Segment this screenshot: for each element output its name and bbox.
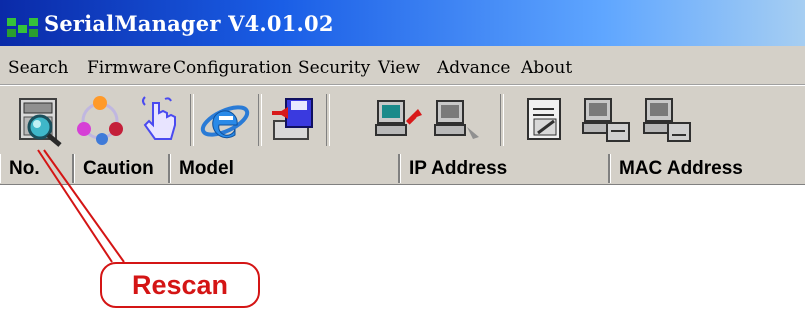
- computer-disconnect-icon: [434, 100, 479, 139]
- device-list-header: No. Caution Model IP Address MAC Address: [0, 154, 805, 185]
- toolbar: [0, 85, 805, 155]
- rescan-icon: [19, 98, 62, 147]
- column-header-ip-address[interactable]: IP Address: [400, 154, 610, 183]
- menu-view[interactable]: View: [378, 58, 420, 78]
- internet-explorer-icon: [200, 105, 250, 139]
- internet-explorer-button[interactable]: [197, 91, 253, 149]
- menu-search[interactable]: Search: [8, 58, 68, 78]
- menu-about[interactable]: About: [521, 58, 572, 78]
- menu-bar: Search Firmware Configuration Security V…: [0, 46, 805, 85]
- hand-pointer-button[interactable]: [131, 91, 187, 149]
- column-header-no[interactable]: No.: [0, 154, 74, 183]
- window-title: SerialManager V4.01.02: [44, 11, 334, 36]
- menu-firmware[interactable]: Firmware: [87, 58, 171, 78]
- menu-security[interactable]: Security: [298, 58, 370, 78]
- computer-disconnect-button[interactable]: [431, 91, 487, 149]
- column-header-model[interactable]: Model: [170, 154, 400, 183]
- network-icon: [77, 96, 123, 145]
- rescan-callout: Rescan: [100, 262, 260, 308]
- computer-connect-icon: [375, 100, 422, 136]
- save-config-icon: [272, 98, 313, 140]
- app-logo-icon: [7, 18, 38, 37]
- title-bar[interactable]: SerialManager V4.01.02: [0, 0, 805, 46]
- network-button[interactable]: [72, 91, 128, 149]
- hand-pointer-icon: [142, 96, 176, 140]
- document-edit-icon: [527, 98, 561, 140]
- rescan-callout-label: Rescan: [131, 270, 229, 300]
- toolbar-separator: [190, 94, 194, 146]
- toolbar-separator: [326, 94, 330, 146]
- rescan-button[interactable]: [12, 91, 68, 149]
- menu-advance[interactable]: Advance: [437, 58, 510, 78]
- serial-manager-window: SerialManager V4.01.02 Search Firmware C…: [0, 0, 805, 315]
- document-edit-button[interactable]: [518, 91, 574, 149]
- computer-transfer-icon: [582, 98, 630, 142]
- computer-connect-button[interactable]: [372, 91, 428, 149]
- toolbar-separator: [500, 94, 504, 146]
- save-config-button[interactable]: [264, 91, 320, 149]
- computer-transfer-2-icon: [643, 98, 691, 142]
- toolbar-separator: [258, 94, 262, 146]
- menu-configuration[interactable]: Configuration: [173, 58, 292, 78]
- computer-transfer-button[interactable]: [579, 91, 635, 149]
- computer-transfer-2-button[interactable]: [640, 91, 696, 149]
- column-header-mac-address[interactable]: MAC Address: [610, 154, 805, 183]
- column-header-caution[interactable]: Caution: [74, 154, 170, 183]
